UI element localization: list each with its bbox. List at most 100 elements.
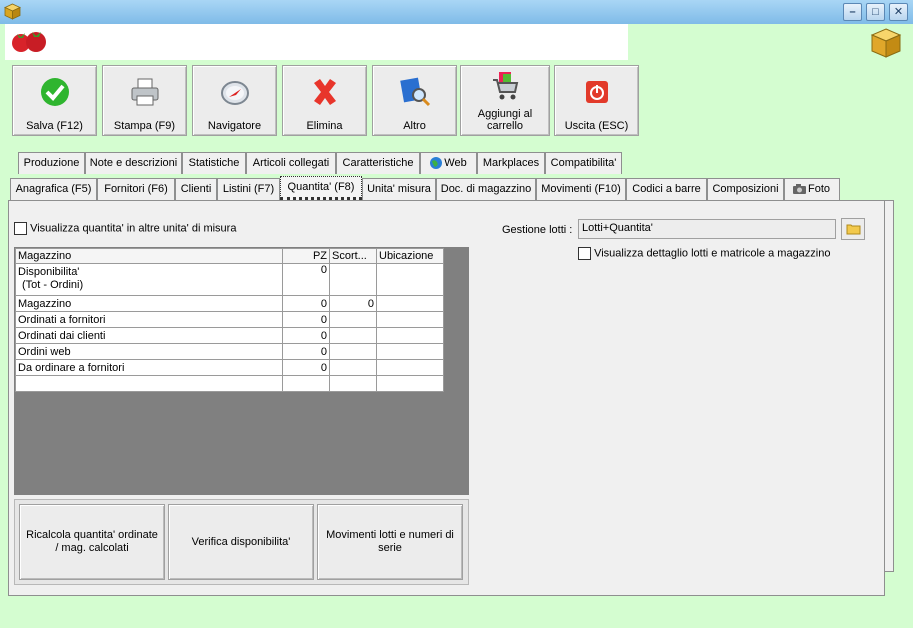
- table-row[interactable]: Magazzino 0 0: [15, 295, 444, 312]
- tab-anagrafica[interactable]: Anagrafica (F5): [10, 178, 97, 200]
- cart-icon: [493, 72, 519, 100]
- table-row[interactable]: Disponibilita' (Tot - Ordini) 0: [15, 263, 444, 296]
- power-icon: [585, 81, 608, 103]
- show-other-units-row: Visualizza quantita' in altre unita' di …: [14, 222, 236, 235]
- lot-management-field[interactable]: Lotti+Quantita': [578, 219, 836, 239]
- show-lot-detail-checkbox[interactable]: [578, 247, 591, 260]
- cell-pz: 0: [282, 327, 330, 344]
- cell-scorta: [329, 311, 377, 328]
- table-row[interactable]: Ordini web 0: [15, 343, 444, 360]
- show-other-units-label: Visualizza quantita' in altre unita' di …: [30, 222, 237, 235]
- col-scorta[interactable]: Scort...: [329, 248, 377, 264]
- tab-quantita[interactable]: Quantita' (F8): [280, 176, 362, 200]
- title-bar: – □ ✕: [0, 0, 913, 24]
- row-name: Ordinati a fornitori: [15, 311, 283, 328]
- verify-availability-button[interactable]: Verifica disponibilita': [168, 504, 314, 580]
- table-row[interactable]: Ordinati a fornitori 0: [15, 311, 444, 328]
- compass-icon: [220, 81, 249, 105]
- quantity-grid-area: Magazzino PZ Scort... Ubicazione Disponi…: [14, 247, 469, 495]
- table-row[interactable]: Ordinati dai clienti 0: [15, 327, 444, 344]
- row-name: [15, 375, 283, 392]
- cell-pz: 0: [282, 343, 330, 360]
- tab-doc-magazzino[interactable]: Doc. di magazzino: [436, 178, 536, 200]
- add-to-cart-label: Aggiungi al carrello: [477, 108, 533, 132]
- tab-clienti[interactable]: Clienti: [175, 178, 217, 200]
- lot-management-folder-button[interactable]: [841, 218, 865, 240]
- lot-management-label: Gestione lotti :: [502, 224, 573, 236]
- more-button[interactable]: Altro: [372, 65, 457, 136]
- col-ubicazione[interactable]: Ubicazione: [376, 248, 444, 264]
- cell-ubicazione: [376, 359, 444, 376]
- delete-label: Elimina: [306, 120, 343, 132]
- cell-ubicazione: [376, 295, 444, 312]
- app-cube-icon: [4, 3, 21, 20]
- cell-pz: 0: [282, 359, 330, 376]
- cell-pz: [282, 375, 330, 392]
- logo-strip: [5, 24, 628, 60]
- cell-ubicazione: [376, 375, 444, 392]
- show-other-units-checkbox[interactable]: [14, 222, 27, 235]
- tab-listini[interactable]: Listini (F7): [217, 178, 280, 200]
- cell-pz: 0: [282, 311, 330, 328]
- cell-ubicazione: [376, 263, 444, 296]
- tab-foto-label: Foto: [807, 183, 830, 195]
- package-cube-icon: [870, 28, 902, 58]
- cell-scorta: [329, 327, 377, 344]
- add-to-cart-button[interactable]: Aggiungi al carrello: [460, 65, 550, 136]
- navigator-label: Navigatore: [207, 120, 262, 132]
- tab-unita-misura[interactable]: Unita' misura: [362, 178, 436, 200]
- save-label: Salva (F12): [26, 120, 83, 132]
- show-lot-detail-label: Visualizza dettaglio lotti e matricole a…: [594, 247, 831, 260]
- tab-web-label: Web: [444, 157, 467, 169]
- tab-compatibilita[interactable]: Compatibilita': [545, 152, 622, 174]
- cell-ubicazione: [376, 311, 444, 328]
- maximize-button[interactable]: □: [866, 3, 885, 21]
- print-button[interactable]: Stampa (F9): [102, 65, 187, 136]
- cell-scorta: [329, 375, 377, 392]
- tab-foto[interactable]: Foto: [784, 178, 840, 200]
- col-magazzino[interactable]: Magazzino: [15, 248, 283, 264]
- check-icon: [40, 78, 69, 106]
- tab-codici-barre[interactable]: Codici a barre: [626, 178, 707, 200]
- tab-caratteristiche[interactable]: Caratteristiche: [336, 152, 420, 174]
- delete-button[interactable]: Elimina: [282, 65, 367, 136]
- tab-articoli-collegati[interactable]: Articoli collegati: [246, 152, 336, 174]
- tab-composizioni[interactable]: Composizioni: [707, 178, 784, 200]
- camera-icon: [793, 184, 806, 194]
- print-label: Stampa (F9): [113, 120, 176, 132]
- cell-scorta: [329, 263, 377, 296]
- tab-web[interactable]: Web: [420, 152, 477, 174]
- recalculate-quantities-button[interactable]: Ricalcola quantita' ordinate / mag. calc…: [19, 504, 165, 580]
- tab-fornitori[interactable]: Fornitori (F6): [97, 178, 175, 200]
- tab-markplaces[interactable]: Markplaces: [477, 152, 545, 174]
- magnifier-icon: [399, 77, 430, 107]
- printer-icon: [131, 78, 158, 106]
- cell-pz: 0: [282, 295, 330, 312]
- cell-scorta: [329, 359, 377, 376]
- row-name: Ordini web: [15, 343, 283, 360]
- minimize-button[interactable]: –: [843, 3, 862, 21]
- close-button[interactable]: ✕: [889, 3, 908, 21]
- row-name: Magazzino: [15, 295, 283, 312]
- quantity-grid: Magazzino PZ Scort... Ubicazione Disponi…: [15, 248, 444, 392]
- row-name: Da ordinare a fornitori: [15, 359, 283, 376]
- tab-note-descrizioni[interactable]: Note e descrizioni: [85, 152, 182, 174]
- table-row[interactable]: Da ordinare a fornitori 0: [15, 359, 444, 376]
- cell-ubicazione: [376, 343, 444, 360]
- navigator-button[interactable]: Navigatore: [192, 65, 277, 136]
- tab-movimenti[interactable]: Movimenti (F10): [536, 178, 626, 200]
- table-row[interactable]: [15, 375, 444, 392]
- strawberry-logo-icon: [12, 32, 46, 52]
- save-button[interactable]: Salva (F12): [12, 65, 97, 136]
- row-name: Ordinati dai clienti: [15, 327, 283, 344]
- row-name: Disponibilita' (Tot - Ordini): [15, 263, 283, 296]
- tab-statistiche[interactable]: Statistiche: [182, 152, 246, 174]
- globe-icon: [430, 157, 442, 169]
- exit-label: Uscita (ESC): [564, 120, 629, 132]
- cell-ubicazione: [376, 327, 444, 344]
- col-pz[interactable]: PZ: [282, 248, 330, 264]
- lot-movements-button[interactable]: Movimenti lotti e numeri di serie: [317, 504, 463, 580]
- show-lot-detail-row: Visualizza dettaglio lotti e matricole a…: [578, 247, 830, 260]
- tab-produzione[interactable]: Produzione: [18, 152, 85, 174]
- exit-button[interactable]: Uscita (ESC): [554, 65, 639, 136]
